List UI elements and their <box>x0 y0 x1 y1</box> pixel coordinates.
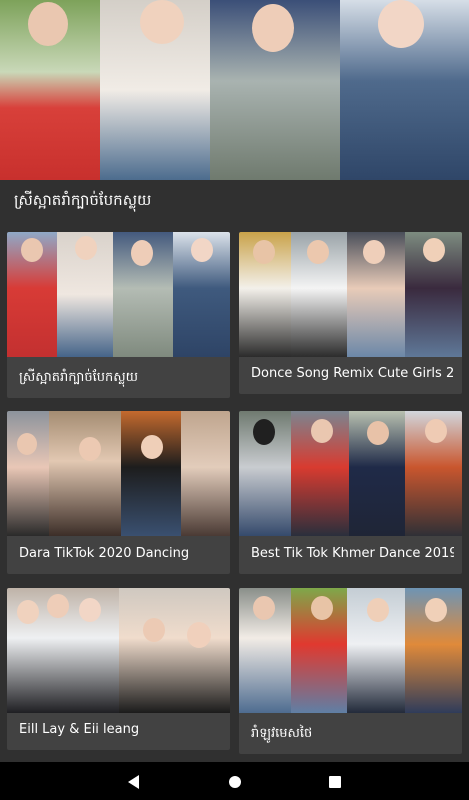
video-card[interactable]: Eill Lay & Eii leang <box>7 588 230 750</box>
video-thumbnail <box>7 411 230 536</box>
video-title: រាំឡូវមេសថៃ <box>251 726 313 741</box>
video-card[interactable]: រាំឡូវមេសថៃ <box>239 588 462 754</box>
video-thumbnail <box>239 232 462 357</box>
video-card[interactable]: Best Tik Tok Khmer Dance 2019 <box>239 411 462 574</box>
video-thumbnail <box>7 588 230 713</box>
video-thumbnail <box>239 588 462 713</box>
video-title: Best Tik Tok Khmer Dance 2019 <box>251 546 454 561</box>
back-triangle-icon[interactable] <box>123 771 145 793</box>
video-thumbnail <box>239 411 462 536</box>
video-title: Dara TikTok 2020 Dancing <box>19 546 190 561</box>
video-card[interactable]: Dara TikTok 2020 Dancing <box>7 411 230 574</box>
video-title: Donce Song Remix Cute Girls 2019 <box>251 366 454 381</box>
video-card[interactable]: Donce Song Remix Cute Girls 2019 <box>239 232 462 394</box>
home-circle-icon[interactable] <box>224 771 246 793</box>
banner-title: ស្រីស្អាតរាំក្បាច់បែកស្លុយ <box>14 191 152 209</box>
video-thumbnail <box>7 232 230 357</box>
video-card[interactable]: ស្រីស្អាតរាំក្បាច់បែកស្លុយ <box>7 232 230 398</box>
recents-square-icon[interactable] <box>324 771 346 793</box>
video-title: ស្រីស្អាតរាំក្បាច់បែកស្លុយ <box>19 370 138 385</box>
video-title: Eill Lay & Eii leang <box>19 722 140 737</box>
banner-image[interactable] <box>0 0 469 180</box>
navigation-bar <box>0 762 469 800</box>
